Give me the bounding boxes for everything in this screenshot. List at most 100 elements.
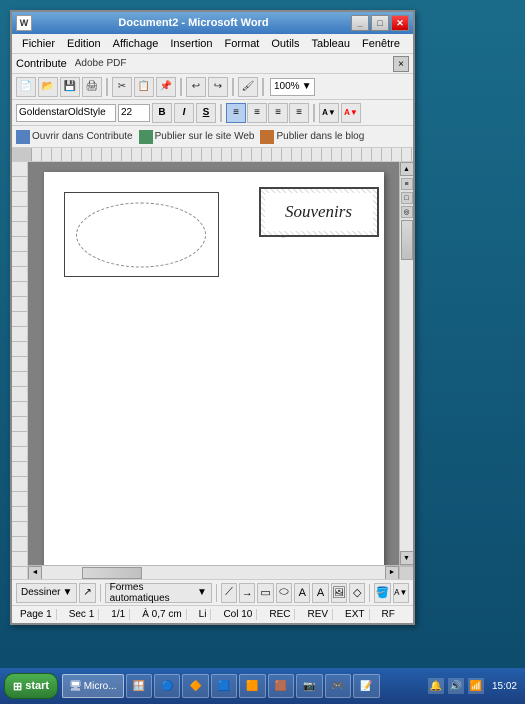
clip-art-tool[interactable]: 🖼 — [331, 583, 347, 603]
italic-button[interactable]: I — [174, 103, 194, 123]
scrollbar-corner — [399, 566, 413, 580]
publish-web-icon — [139, 130, 153, 144]
tray-icon-3: 📶 — [468, 678, 484, 694]
page-status: Page 1 — [16, 609, 57, 620]
font-size-input[interactable] — [118, 104, 150, 122]
taskbar-app-2[interactable]: 🪟 — [126, 674, 152, 698]
main-window: W Document2 - Microsoft Word _ □ ✕ Fichi… — [10, 10, 415, 625]
vertical-scrollbar-thumb[interactable] — [401, 220, 413, 260]
toolbar-separator-2 — [180, 78, 182, 96]
view-icon-2[interactable]: □ — [401, 192, 413, 204]
new-button[interactable]: 📄 — [16, 77, 36, 97]
view-icon-3[interactable]: ◎ — [401, 206, 413, 218]
minimize-button[interactable]: _ — [351, 15, 369, 31]
li-status: Li — [195, 609, 212, 620]
line-tool[interactable]: ⟋ — [221, 583, 237, 603]
taskbar-app-5[interactable]: 🟦 — [211, 674, 237, 698]
publish-blog-button[interactable]: Publier dans le blog — [260, 130, 364, 144]
scroll-up-button[interactable]: ▲ — [400, 162, 414, 176]
rectangle-tool[interactable]: ▭ — [257, 583, 273, 603]
draw-separator-3 — [369, 584, 370, 602]
taskbar-app-4[interactable]: 🔶 — [182, 674, 208, 698]
taskbar-app-micro[interactable]: 🖥 Micro... — [62, 674, 123, 698]
diagram-tool[interactable]: ◇ — [349, 583, 365, 603]
menu-format[interactable]: Format — [219, 36, 266, 52]
formes-button[interactable]: Formes automatiques ▼ — [105, 583, 212, 603]
drawing-toolbar: Dessiner ▼ ↗ Formes automatiques ▼ ⟋ → ▭… — [12, 579, 413, 605]
menu-outils[interactable]: Outils — [265, 36, 305, 52]
scroll-left-button[interactable]: ◄ — [28, 566, 42, 580]
taskbar-app-7[interactable]: 🟫 — [268, 674, 294, 698]
toolbar-separator-1 — [106, 78, 108, 96]
taskbar-app-8[interactable]: 📷 — [296, 674, 322, 698]
menu-affichage[interactable]: Affichage — [107, 36, 165, 52]
souvenirs-textbox[interactable]: Souvenirs — [259, 187, 379, 237]
paste-button[interactable]: 📌 — [156, 77, 176, 97]
textbox-tool[interactable]: A — [294, 583, 310, 603]
ellipse-tool[interactable]: ⬭ — [276, 583, 292, 603]
color-button[interactable]: A▼ — [341, 103, 361, 123]
menu-fenetre[interactable]: Fenêtre — [356, 36, 406, 52]
window-content: Fichier Edition Affichage Insertion Form… — [12, 34, 413, 623]
menu-bar: Fichier Edition Affichage Insertion Form… — [12, 34, 413, 54]
horizontal-ruler — [12, 148, 413, 162]
wordart-tool[interactable]: A — [312, 583, 328, 603]
align-justify-button[interactable]: ≡ — [289, 103, 309, 123]
publish-web-button[interactable]: Publier sur le site Web — [139, 130, 255, 144]
contribute-toolbar: Ouvrir dans Contribute Publier sur le si… — [12, 126, 413, 148]
arrow-line-tool[interactable]: → — [239, 583, 255, 603]
menu-edition[interactable]: Edition — [61, 36, 107, 52]
zoom-dropdown-arrow[interactable]: ▼ — [302, 81, 312, 92]
close-button[interactable]: ✕ — [391, 15, 409, 31]
underline-button[interactable]: S — [196, 103, 216, 123]
contribute-close-button[interactable]: × — [393, 56, 409, 72]
col-status: Col 10 — [219, 609, 257, 620]
horizontal-scrollbar-thumb[interactable] — [82, 567, 142, 579]
vertical-scrollbar[interactable]: ▲ ≡ □ ◎ ▼ — [399, 162, 413, 565]
taskbar-app-3[interactable]: 🔵 — [154, 674, 180, 698]
toolbar-separator-4 — [262, 78, 264, 96]
vertical-scrollbar-track[interactable] — [400, 220, 414, 551]
page-scroll-area[interactable]: 🐕 Souvenirs — [28, 162, 399, 565]
scroll-right-button[interactable]: ► — [385, 566, 399, 580]
taskbar-app-9[interactable]: 🎮 — [325, 674, 351, 698]
section-status: Sec 1 — [65, 609, 100, 620]
toolbar-standard: 📄 📂 💾 🖨 ✂ 📋 📌 ↩ ↪ 🖌 100% ▼ — [12, 74, 413, 100]
maximize-button[interactable]: □ — [371, 15, 389, 31]
fill-color-tool[interactable]: 🪣 — [374, 583, 390, 603]
zoom-value[interactable]: 100% ▼ — [270, 78, 315, 96]
ellipse-container[interactable] — [64, 192, 219, 277]
arrow-tool-button[interactable]: ↗ — [79, 583, 95, 603]
start-button[interactable]: ⊞ start — [4, 673, 58, 699]
copy-button[interactable]: 📋 — [134, 77, 154, 97]
open-button[interactable]: 📂 — [38, 77, 58, 97]
undo-button[interactable]: ↩ — [186, 77, 206, 97]
dessiner-button[interactable]: Dessiner ▼ — [16, 583, 77, 603]
pages-status: 1/1 — [107, 609, 130, 620]
save-button[interactable]: 💾 — [60, 77, 80, 97]
line-color-tool[interactable]: A▼ — [393, 583, 409, 603]
redo-button[interactable]: ↪ — [208, 77, 228, 97]
menu-tableau[interactable]: Tableau — [306, 36, 357, 52]
doc-scroll-area: 🐕 Souvenirs — [28, 162, 413, 579]
print-button[interactable]: 🖨 — [82, 77, 102, 97]
align-left-button[interactable]: ≡ — [226, 103, 246, 123]
font-family-input[interactable] — [16, 104, 116, 122]
highlight-button[interactable]: A▼ — [319, 103, 339, 123]
horizontal-scrollbar-track[interactable] — [42, 566, 385, 580]
toolbar-formatting: B I S ≡ ≡ ≡ ≡ A▼ A▼ — [12, 100, 413, 126]
menu-fichier[interactable]: Fichier — [16, 36, 61, 52]
cut-button[interactable]: ✂ — [112, 77, 132, 97]
system-clock: 15:02 — [488, 679, 521, 694]
bold-button[interactable]: B — [152, 103, 172, 123]
view-icon-1[interactable]: ≡ — [401, 178, 413, 190]
horizontal-scrollbar[interactable]: ◄ ► — [28, 565, 413, 579]
taskbar-app-10[interactable]: 📝 — [353, 674, 379, 698]
scroll-down-button[interactable]: ▼ — [400, 551, 414, 565]
align-center-button[interactable]: ≡ — [247, 103, 267, 123]
taskbar-app-6[interactable]: 🟧 — [239, 674, 265, 698]
open-contribute-button[interactable]: Ouvrir dans Contribute — [16, 130, 133, 144]
align-right-button[interactable]: ≡ — [268, 103, 288, 123]
format-painter[interactable]: 🖌 — [238, 77, 258, 97]
menu-insertion[interactable]: Insertion — [164, 36, 218, 52]
